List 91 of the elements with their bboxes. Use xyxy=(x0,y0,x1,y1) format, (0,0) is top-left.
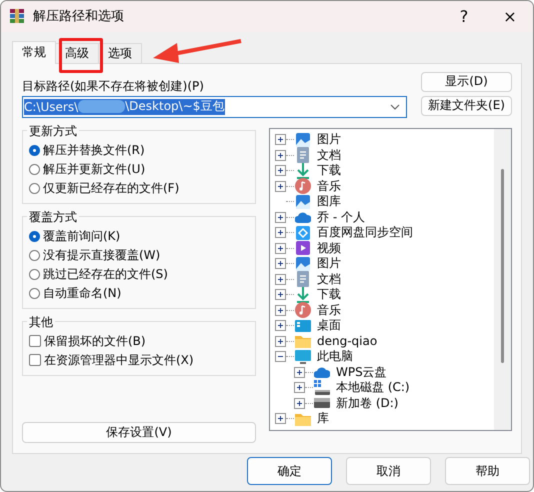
group-title: 更新方式 xyxy=(27,122,79,140)
tree-item[interactable]: 音乐 xyxy=(316,302,342,319)
plus-icon[interactable] xyxy=(294,366,305,378)
option-label: 在资源管理器中显示文件(X) xyxy=(44,352,194,369)
music-icon xyxy=(295,302,311,318)
option-label: 仅更新已经存在的文件(F) xyxy=(43,180,180,197)
tree-item[interactable]: 下载 xyxy=(316,162,342,180)
radio-button[interactable] xyxy=(29,250,40,261)
checkbox[interactable] xyxy=(29,335,41,348)
tree-item[interactable]: 桌面 xyxy=(316,317,342,334)
radio-button[interactable] xyxy=(29,164,40,175)
tree-item[interactable]: 图片 xyxy=(316,255,342,272)
plus-icon[interactable] xyxy=(275,413,286,424)
highlight-frame xyxy=(59,38,103,73)
video-icon xyxy=(295,240,311,256)
plus-icon[interactable] xyxy=(275,320,286,332)
picture-icon xyxy=(295,132,311,148)
option-label: 保留损坏的文件(B) xyxy=(44,332,146,350)
document-icon xyxy=(295,147,311,164)
plus-icon[interactable] xyxy=(275,134,286,146)
tree-item[interactable]: WPS云盘 xyxy=(335,364,388,381)
plus-icon[interactable] xyxy=(275,336,286,347)
music-icon xyxy=(295,178,311,194)
side-button[interactable]: 新建文件夹(E) xyxy=(421,96,512,116)
picture-icon xyxy=(295,256,311,272)
minus-icon[interactable] xyxy=(275,351,286,362)
side-button[interactable]: 显示(D) xyxy=(421,72,512,92)
plus-icon[interactable] xyxy=(275,289,286,300)
folder-icon xyxy=(295,333,311,350)
save-settings-button[interactable]: 保存设置(V) xyxy=(22,422,256,444)
tab[interactable]: 选项 xyxy=(98,42,142,63)
tree-item[interactable]: 文档 xyxy=(316,270,342,288)
option-label: 覆盖前询问(K) xyxy=(43,228,120,245)
window-title: 解压路径和选项 xyxy=(33,8,124,26)
tree-item[interactable]: 文档 xyxy=(316,146,342,164)
group-title: 其他 xyxy=(27,314,55,331)
sync-icon xyxy=(295,224,311,241)
checkbox[interactable] xyxy=(29,354,41,366)
tree-item[interactable]: 乔 - 个人 xyxy=(316,208,366,226)
radio-button[interactable] xyxy=(29,268,40,280)
dialog-button[interactable]: 帮助 xyxy=(445,457,530,486)
radio-button[interactable] xyxy=(29,230,40,242)
document-icon xyxy=(295,271,311,288)
radio-button[interactable] xyxy=(29,144,40,156)
option-label: 没有提示直接覆盖(W) xyxy=(43,246,160,264)
tree-item[interactable]: 图库 xyxy=(316,193,342,210)
chevron-down-icon xyxy=(390,104,400,110)
tree-item[interactable]: 视频 xyxy=(316,240,342,257)
download-icon xyxy=(295,286,311,303)
scroll-thumb[interactable] xyxy=(501,168,504,363)
option-label: 解压并替换文件(R) xyxy=(43,142,145,159)
radio-button[interactable] xyxy=(29,182,40,194)
help-button[interactable]: ? xyxy=(441,1,487,32)
tree-item[interactable]: deng-qiao xyxy=(316,334,378,348)
field-label: 目标路径(如果不存在将被创建)(P) xyxy=(22,78,205,95)
option-label: 解压并更新文件(U) xyxy=(43,160,146,178)
dialog-button[interactable]: 确定 xyxy=(247,457,332,486)
tree-item[interactable]: 下载 xyxy=(316,286,342,304)
option-label: 自动重命名(N) xyxy=(43,284,122,302)
tree-item[interactable]: 此电脑 xyxy=(316,348,354,366)
plus-icon[interactable] xyxy=(275,274,286,285)
plus-icon[interactable] xyxy=(275,242,286,254)
dialog-button[interactable]: 取消 xyxy=(346,457,431,486)
tree-item[interactable]: 百度网盘同步空间 xyxy=(316,224,414,242)
close-button[interactable]: × xyxy=(487,1,533,32)
plus-icon[interactable] xyxy=(275,150,286,161)
app-icon xyxy=(9,8,25,24)
desktop-icon xyxy=(295,318,311,334)
monitor-icon xyxy=(295,348,311,365)
drive-icon xyxy=(314,380,330,396)
plus-icon[interactable] xyxy=(275,212,286,223)
tree-item[interactable]: 音乐 xyxy=(316,178,342,195)
plus-icon[interactable] xyxy=(275,304,286,316)
radio-button[interactable] xyxy=(29,288,40,299)
option-label: 跳过已经存在的文件(S) xyxy=(43,266,168,283)
plus-icon[interactable] xyxy=(294,398,305,409)
tab[interactable]: 常规 xyxy=(12,40,56,64)
plus-icon[interactable] xyxy=(275,180,286,192)
scrollbar[interactable] xyxy=(494,128,511,430)
path-field[interactable]: C:\Users\ \Desktop\~$豆包 xyxy=(22,96,407,118)
tree-item[interactable]: 新加卷 (D:) xyxy=(335,394,400,412)
plus-icon[interactable] xyxy=(294,382,305,394)
redaction-blur xyxy=(78,100,126,114)
picture-icon xyxy=(295,194,311,210)
tree-item[interactable]: 库 xyxy=(316,410,330,428)
tree-item[interactable]: 本地磁盘 (C:) xyxy=(335,379,411,396)
plus-icon[interactable] xyxy=(275,258,286,270)
plus-icon[interactable] xyxy=(275,227,286,238)
tree-item[interactable]: 图片 xyxy=(316,131,342,148)
download-icon xyxy=(295,162,311,179)
plus-icon[interactable] xyxy=(275,165,286,176)
